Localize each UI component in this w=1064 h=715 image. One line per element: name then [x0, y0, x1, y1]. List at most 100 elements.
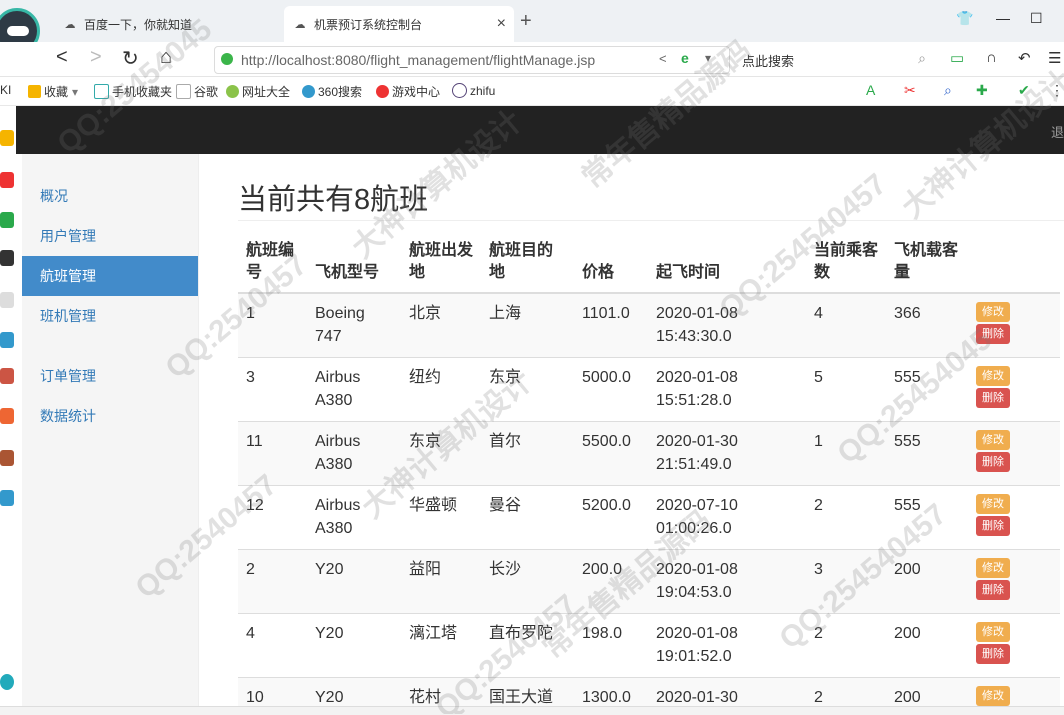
cell-time: 2020-01-30 21:51:49.0 — [648, 421, 806, 486]
tab-flight-console[interactable]: ☁ 机票预订系统控制台 × — [284, 6, 514, 42]
edit-button[interactable]: 修改 — [976, 302, 1010, 322]
main-content: 当前共有8航班 航班编号 飞机型号 航班出发地 航班目的地 价格 起飞时间 当前… — [238, 154, 1064, 706]
tab-title: 百度一下，你就知道 — [84, 17, 193, 32]
cell-capacity: 366 — [886, 292, 968, 358]
cell-price: 1300.0 — [574, 677, 648, 706]
more-icon[interactable]: ⋮ — [1050, 82, 1064, 99]
360-icon — [302, 85, 315, 98]
sidebar-item-flights[interactable]: 航班管理 — [22, 256, 198, 296]
side-doc-icon[interactable] — [0, 292, 14, 308]
sidebar: 概况 用户管理 航班管理 班机管理 订单管理 数据统计 — [22, 154, 199, 706]
bookmark-360[interactable]: 360搜索 — [302, 83, 362, 100]
shield-icon[interactable]: ✔ — [1018, 82, 1030, 99]
refresh-icon[interactable]: ↻ — [122, 46, 139, 71]
sidebar-item-aircraft[interactable]: 班机管理 — [22, 296, 198, 336]
bookmark-games[interactable]: 游戏中心 — [376, 83, 440, 100]
delete-button[interactable]: 删除 — [976, 324, 1010, 344]
delete-button[interactable]: 删除 — [976, 580, 1010, 600]
sidebar-item-overview[interactable]: 概况 — [22, 176, 198, 216]
bookmark-mobile[interactable]: 手机收藏夹 — [94, 83, 172, 100]
flights-table-body: 1 Boeing 747 北京 上海 1101.0 2020-01-08 15:43:30… — [238, 292, 1060, 706]
delete-button[interactable]: 删除 — [976, 388, 1010, 408]
new-tab-button[interactable]: + — [520, 10, 532, 33]
menu-icon[interactable]: ☰ — [1048, 49, 1061, 67]
tab-baidu[interactable]: ☁ 百度一下，你就知道 — [54, 6, 280, 42]
phone-icon — [94, 84, 109, 99]
side-news-icon[interactable] — [0, 250, 14, 266]
edit-button[interactable]: 修改 — [976, 494, 1010, 514]
delete-button[interactable]: 删除 — [976, 452, 1010, 472]
zhifu-icon — [452, 83, 467, 98]
search-box[interactable]: 点此搜索 ⌕ — [732, 46, 932, 72]
side-game3-icon[interactable] — [0, 450, 14, 466]
cell-id: 4 — [238, 613, 307, 678]
maximize-icon[interactable]: ☐ — [1030, 10, 1043, 27]
bookmark-google[interactable]: 谷歌 — [176, 83, 218, 100]
cell-passengers: 3 — [806, 549, 886, 614]
minimize-icon[interactable]: — — [996, 10, 1010, 26]
edit-button[interactable]: 修改 — [976, 558, 1010, 578]
column-header: 航班出发地 — [401, 236, 481, 294]
translate-icon[interactable]: A — [866, 82, 875, 98]
column-header: 航班目的地 — [481, 236, 574, 294]
bookmark-stub[interactable]: KI — [0, 83, 11, 97]
sidebar-item-orders[interactable]: 订单管理 — [22, 356, 198, 396]
column-header: 价格 — [574, 236, 648, 294]
home-icon[interactable]: ⌂ — [160, 46, 172, 69]
cell-capacity: 555 — [886, 357, 968, 422]
edit-button[interactable]: 修改 — [976, 366, 1010, 386]
cell-passengers: 1 — [806, 421, 886, 486]
chevron-down-icon[interactable]: ▾ — [705, 51, 711, 65]
find-icon[interactable]: ⌕ — [944, 82, 952, 99]
browser-engine-icon[interactable]: e — [681, 50, 689, 66]
cell-model: Y20 — [307, 613, 401, 678]
scissors-icon[interactable]: ✂ — [904, 82, 916, 99]
cell-price: 200.0 — [574, 549, 648, 614]
tab-close-icon[interactable]: × — [497, 15, 506, 33]
share-icon[interactable]: < — [659, 51, 667, 66]
logout-link[interactable]: 退 — [1051, 122, 1064, 141]
battery-icon[interactable]: ▭ — [950, 49, 964, 67]
globe-icon — [226, 85, 239, 98]
table-row: 11 Airbus A380 东京 首尔 5500.0 2020-01-30 21:51:… — [238, 421, 1060, 486]
delete-button[interactable]: 删除 — [976, 644, 1010, 664]
gamepad-icon[interactable]: ✚ — [976, 82, 988, 99]
sidebar-item-statistics[interactable]: 数据统计 — [22, 396, 198, 436]
back-icon[interactable]: < — [56, 46, 68, 69]
search-icon[interactable]: ⌕ — [918, 50, 926, 67]
url-text[interactable]: http://localhost:8080/flight_management/… — [241, 52, 595, 68]
bookmark-directory[interactable]: 网址大全 — [226, 83, 290, 100]
side-link-icon[interactable] — [0, 490, 14, 506]
shirt-skin-icon[interactable]: 👕 — [956, 10, 973, 27]
column-header: 当前乘客数 — [806, 236, 886, 294]
edit-button[interactable]: 修改 — [976, 686, 1010, 706]
side-game-icon[interactable] — [0, 368, 14, 384]
headphones-icon[interactable]: ∩ — [986, 49, 997, 66]
edit-button[interactable]: 修改 — [976, 430, 1010, 450]
cell-actions: 修改删除 — [968, 677, 1060, 706]
side-game2-icon[interactable] — [0, 408, 14, 424]
cell-capacity: 200 — [886, 549, 968, 614]
page-title: 当前共有8航班 — [238, 176, 1064, 221]
flights-table: 航班编号 飞机型号 航班出发地 航班目的地 价格 起飞时间 当前乘客数 飞机载客… — [238, 236, 1060, 706]
cell-actions: 修改删除 — [968, 613, 1060, 678]
forward-icon[interactable]: > — [90, 46, 102, 69]
side-add-icon[interactable] — [0, 674, 14, 690]
edit-button[interactable]: 修改 — [976, 622, 1010, 642]
cell-price: 5500.0 — [574, 421, 648, 486]
bookmark-zhifu[interactable]: zhifu — [452, 83, 495, 98]
cell-capacity: 555 — [886, 485, 968, 550]
bookmarks-bar: KI 收藏 ▾ 手机收藏夹 谷歌 网址大全 360搜索 游戏中心 zhifu A … — [0, 77, 1064, 106]
side-weibo-icon[interactable] — [0, 172, 14, 188]
sidebar-item-users[interactable]: 用户管理 — [22, 216, 198, 256]
delete-button[interactable]: 删除 — [976, 516, 1010, 536]
side-mail-icon[interactable] — [0, 212, 14, 228]
column-header: 航班编号 — [238, 236, 307, 294]
side-app-icon[interactable] — [0, 332, 14, 348]
search-input[interactable]: 点此搜索 — [742, 51, 794, 70]
bookmark-favorites[interactable]: 收藏 ▾ — [28, 83, 78, 100]
undo-icon[interactable]: ↶ — [1018, 49, 1031, 67]
side-star-icon[interactable] — [0, 130, 14, 146]
cell-model: Airbus A380 — [307, 421, 401, 486]
address-bar[interactable]: http://localhost:8080/flight_management/… — [214, 46, 730, 74]
